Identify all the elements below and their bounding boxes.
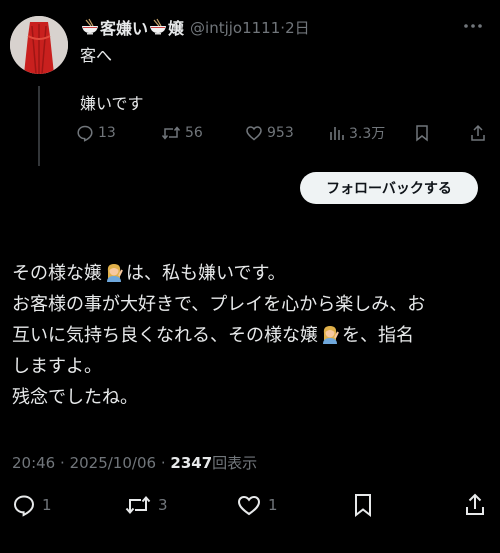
repost-button[interactable]: 56 <box>161 122 203 144</box>
main-post-line5: 残念でしたね。 <box>12 387 138 408</box>
display-name-part1: 客嫌い <box>100 19 149 38</box>
quoted-post-text-line2: 嫌いです <box>80 94 144 113</box>
main-post-text: その様な嬢 は、私も嫌いです。 お客様の事が大好きで、プレイを心から楽しみ、お … <box>12 258 490 413</box>
quoted-post-text-line1: 客へ <box>80 46 113 65</box>
share-button[interactable] <box>464 490 486 520</box>
heart-icon <box>236 493 262 517</box>
reply-icon <box>12 493 36 517</box>
handle[interactable]: @intjjo1111 <box>190 19 280 37</box>
text-segment: その様な嬢 <box>12 263 102 284</box>
share-icon <box>464 492 486 518</box>
like-button[interactable]: 1 <box>236 490 278 520</box>
separator-dot: · <box>160 454 166 472</box>
main-post-line3: 互いに気持ち良くなれる、その様な嬢 を、指名 <box>12 320 490 351</box>
woman-raising-hand-emoji <box>104 261 124 282</box>
views-count: 2347 <box>170 454 213 472</box>
avatar[interactable] <box>10 16 68 74</box>
like-count: 953 <box>267 125 294 141</box>
quoted-post-actions: 13 56 953 3.3万 <box>76 122 490 144</box>
bookmark-icon <box>352 492 374 518</box>
share-button[interactable] <box>470 122 486 144</box>
main-post-line4: しますよ。 <box>12 356 102 377</box>
bookmark-icon <box>414 124 430 142</box>
follow-back-button[interactable]: フォローバックする <box>300 172 478 204</box>
repost-count: 56 <box>185 125 203 141</box>
woman-raising-hand-emoji <box>320 323 340 344</box>
reply-count: 13 <box>98 125 116 141</box>
like-count: 1 <box>268 496 278 514</box>
views-chart-icon <box>329 124 345 142</box>
divider <box>0 476 500 477</box>
share-icon <box>470 124 486 142</box>
repost-button[interactable]: 3 <box>124 490 168 520</box>
repost-count: 3 <box>158 496 168 514</box>
views-label: 回表示 <box>212 454 258 472</box>
main-post-line2: お客様の事が大好きで、プレイを心から楽しみ、お <box>12 294 426 315</box>
repost-icon <box>124 493 152 517</box>
time-ago[interactable]: 2日 <box>285 19 310 37</box>
main-post-actions: 1 3 1 <box>12 490 488 520</box>
ramen-bowl-icon <box>81 18 99 36</box>
text-segment: 互いに気持ち良くなれる、その様な嬢 <box>12 325 318 346</box>
repost-icon <box>161 124 181 142</box>
quoted-post-header: 客嫌い 嬢 @intjjo1111·2日 <box>80 14 310 40</box>
reply-button[interactable]: 13 <box>76 122 116 144</box>
thread-connector-line <box>38 86 40 166</box>
post-date[interactable]: 2025/10/06 <box>70 454 156 472</box>
text-segment: は、私も嫌いです。 <box>126 263 286 284</box>
views-count: 3.3万 <box>349 126 386 142</box>
ramen-bowl-icon <box>149 18 167 36</box>
display-name-part2: 嬢 <box>168 19 185 38</box>
bookmark-button[interactable] <box>414 122 430 144</box>
separator-dot: · <box>60 454 65 472</box>
post-timestamp: 20:46 · 2025/10/06 · 2347回表示 <box>12 452 257 473</box>
more-icon[interactable] <box>462 18 484 32</box>
views-button[interactable]: 3.3万 <box>329 122 385 144</box>
heart-icon <box>245 124 263 142</box>
reply-icon <box>76 124 94 142</box>
reply-count: 1 <box>42 496 52 514</box>
handle-meta: @intjjo1111·2日 <box>190 17 310 38</box>
text-segment: を、指名 <box>342 325 414 346</box>
bookmark-button[interactable] <box>352 490 374 520</box>
post-time[interactable]: 20:46 <box>12 454 55 472</box>
display-name[interactable]: 客嫌い 嬢 <box>80 15 184 39</box>
main-post-line1: その様な嬢 は、私も嫌いです。 <box>12 258 490 289</box>
like-button[interactable]: 953 <box>245 122 294 144</box>
reply-button[interactable]: 1 <box>12 490 52 520</box>
